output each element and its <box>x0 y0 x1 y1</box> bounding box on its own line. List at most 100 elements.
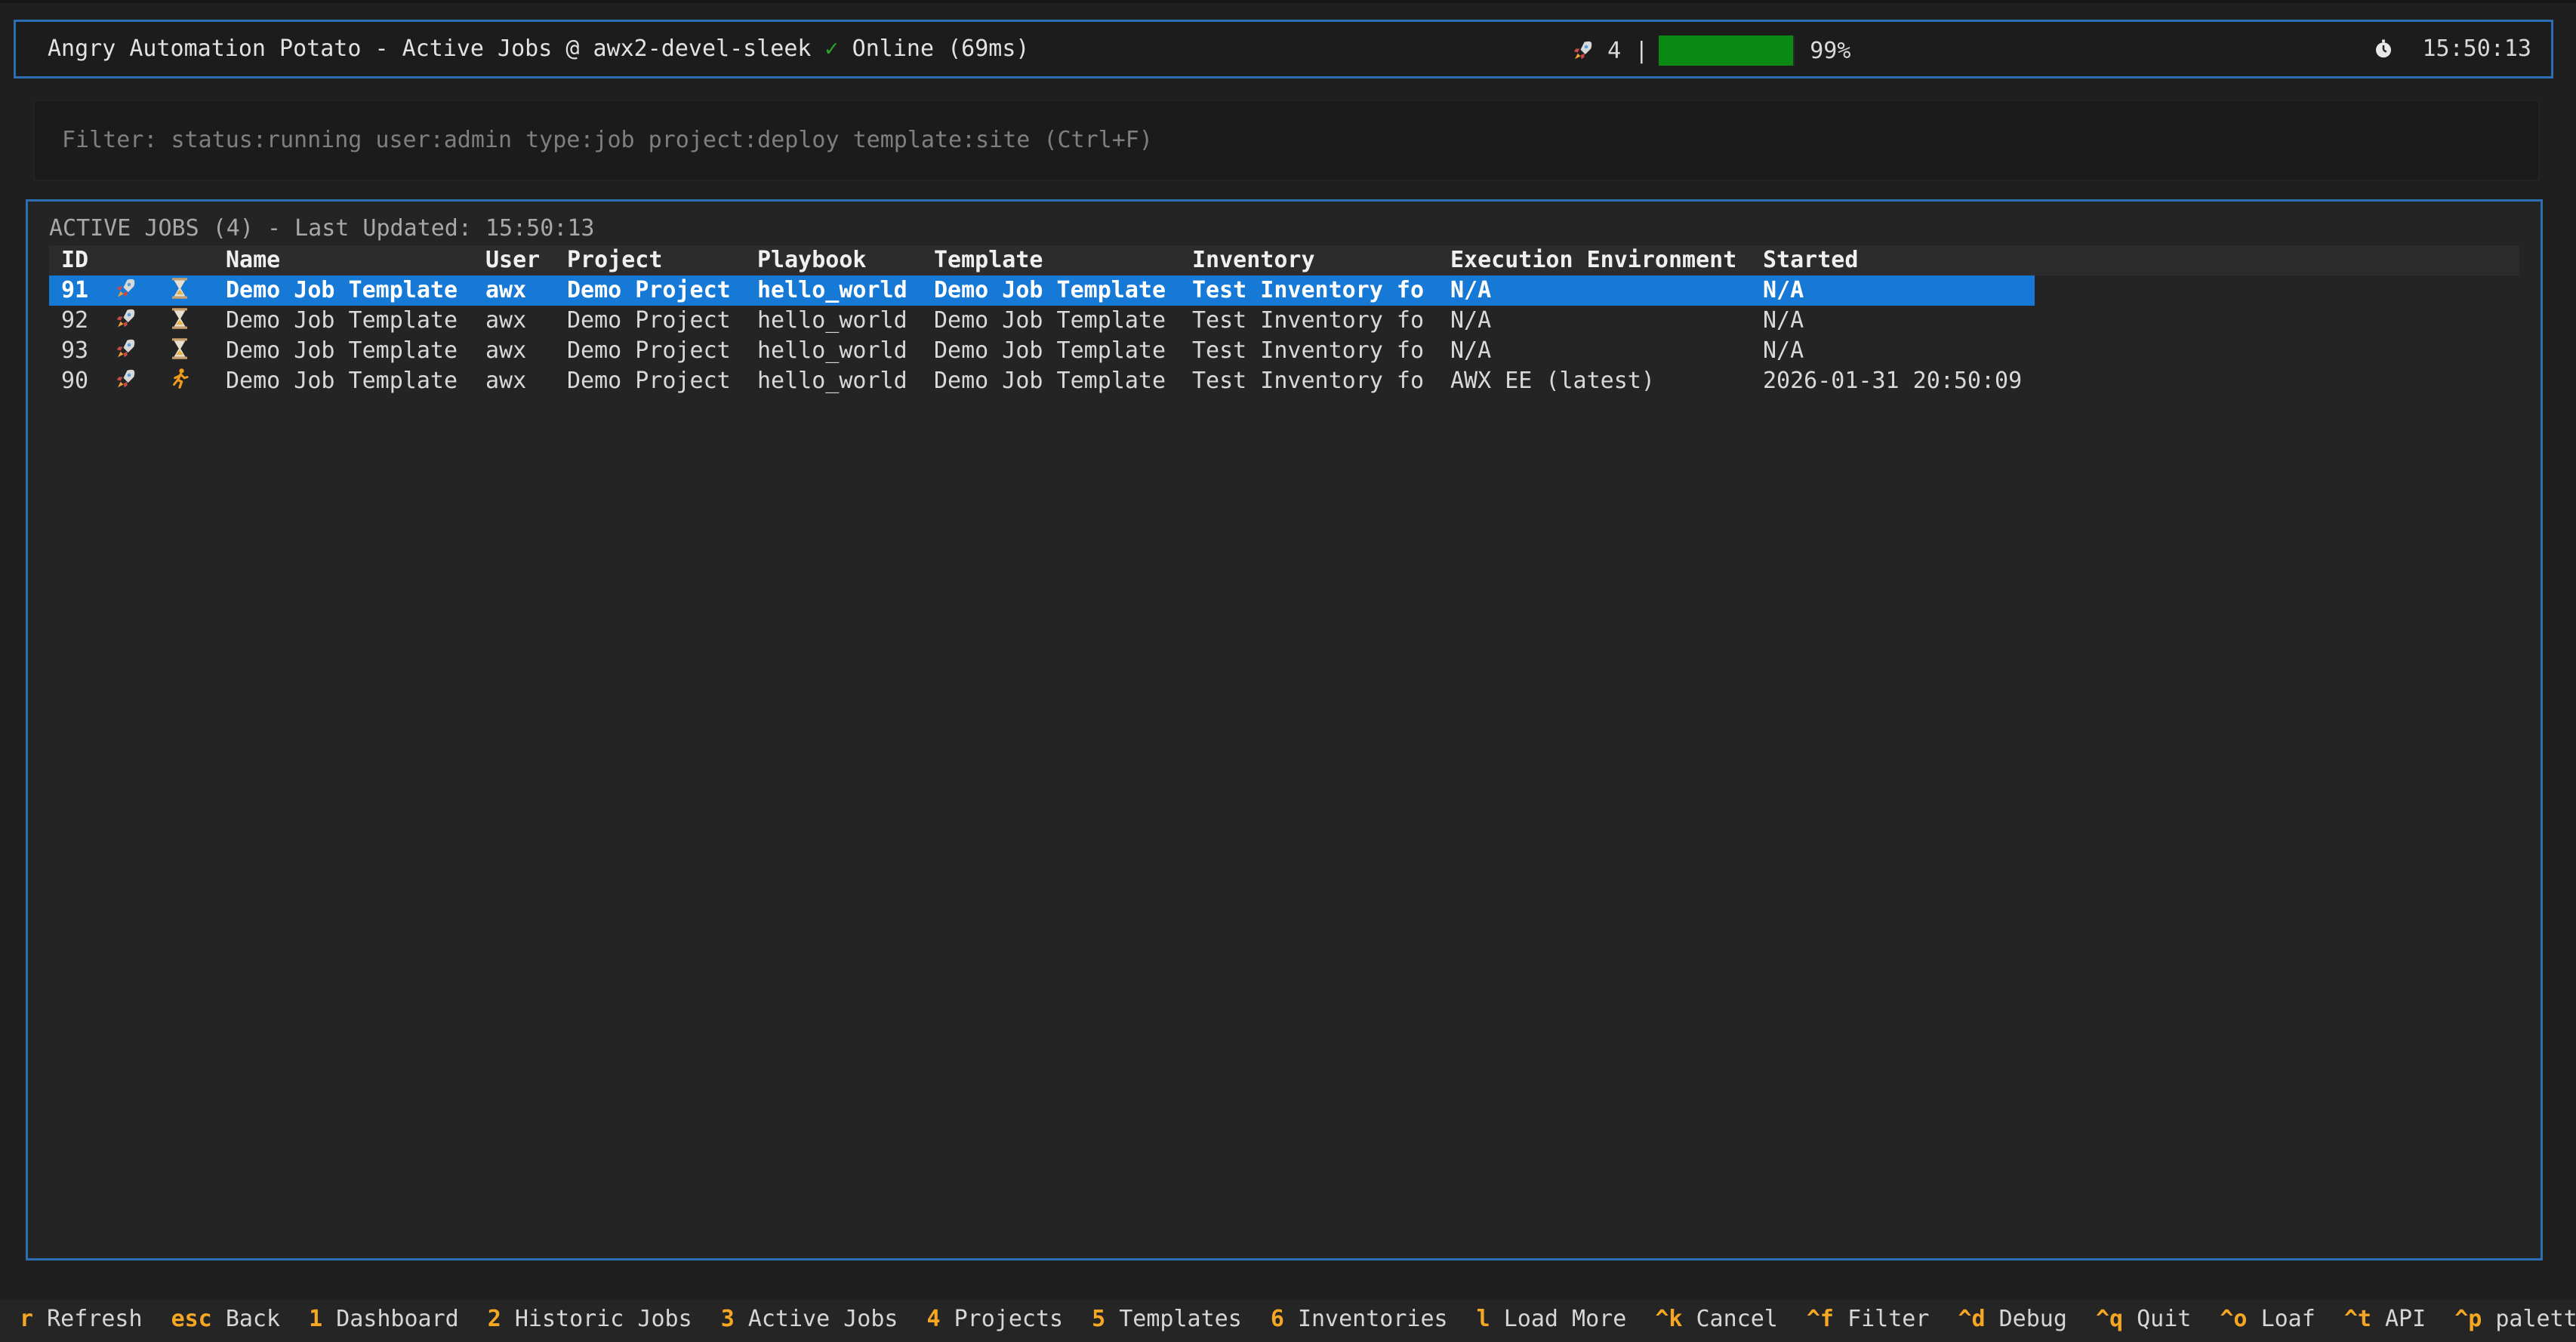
job-project: Demo Project <box>567 277 731 303</box>
hourglass-icon <box>170 337 190 360</box>
column-header-id[interactable]: ID <box>61 247 88 273</box>
table-row[interactable]: 92 Demo Job Template awx Demo Project hello_… <box>49 306 2035 336</box>
job-id: 90 <box>61 368 89 394</box>
job-id: 92 <box>61 307 89 334</box>
filter-input[interactable]: Filter: status:running user:admin type:j… <box>33 100 2540 181</box>
keybinding-key: 6 <box>1270 1306 1284 1332</box>
table-row[interactable]: 90 Demo Job Template awx Demo Project hello_… <box>49 366 2035 396</box>
keybinding-key: ^k <box>1655 1306 1683 1332</box>
footer-binding-load-more[interactable]: l Load More <box>1477 1306 1627 1332</box>
keybinding-label: Cancel <box>1696 1306 1778 1332</box>
rocket-icon <box>114 277 137 300</box>
column-header-name[interactable]: Name <box>226 247 280 273</box>
footer-binding-palette[interactable]: ^p palette <box>2454 1306 2576 1332</box>
job-name: Demo Job Template <box>226 307 458 334</box>
footer-binding-refresh[interactable]: r Refresh <box>20 1306 143 1332</box>
job-started: N/A <box>1763 307 1804 334</box>
footer-binding-filter[interactable]: ^f Filter <box>1807 1306 1930 1332</box>
keybinding-key: 5 <box>1092 1306 1106 1332</box>
keybinding-label: palette <box>2495 1306 2576 1332</box>
job-execution-environment: N/A <box>1450 277 1492 303</box>
jobs-table: ID Name User Project Playbook Template I… <box>49 245 2519 396</box>
connection-status: Online (69ms) <box>852 35 1030 62</box>
job-project: Demo Project <box>567 337 731 364</box>
footer-binding-back[interactable]: esc Back <box>171 1306 281 1332</box>
column-header-user[interactable]: User <box>485 247 540 273</box>
column-header-started[interactable]: Started <box>1763 247 1858 273</box>
job-capacity-indicator: 4 | 99% <box>1571 35 1850 66</box>
keybinding-label: Debug <box>1998 1306 2067 1332</box>
job-inventory: Test Inventory fo <box>1192 368 1425 394</box>
window-top-edge <box>0 0 2576 3</box>
job-user: awx <box>485 337 527 364</box>
footer-binding-active-jobs[interactable]: 3 Active Jobs <box>721 1306 898 1332</box>
app-title: Angry Automation Potato - Active Jobs @ … <box>48 35 812 62</box>
keybinding-key: ^t <box>2343 1306 2371 1332</box>
capacity-percent: 99% <box>1810 37 1851 64</box>
keybinding-label: Active Jobs <box>747 1306 898 1332</box>
footer-binding-inventories[interactable]: 6 Inventories <box>1271 1306 1448 1332</box>
job-started: N/A <box>1763 337 1804 364</box>
job-inventory: Test Inventory fo <box>1192 337 1425 364</box>
column-header-execution-environment[interactable]: Execution Environment <box>1450 247 1736 273</box>
keybinding-label: Templates <box>1119 1306 1242 1332</box>
keybinding-label: Refresh <box>47 1306 143 1332</box>
keybinding-key: r <box>20 1306 34 1332</box>
keybinding-key: 3 <box>720 1306 735 1332</box>
footer-binding-debug[interactable]: ^d Debug <box>1958 1306 2067 1332</box>
job-project: Demo Project <box>567 307 731 334</box>
table-row[interactable]: 93 Demo Job Template awx Demo Project hello_… <box>49 336 2035 366</box>
job-name: Demo Job Template <box>226 337 458 364</box>
footer-binding-dashboard[interactable]: 1 Dashboard <box>309 1306 459 1332</box>
stopwatch-icon <box>2372 38 2395 60</box>
footer-binding-projects[interactable]: 4 Projects <box>927 1306 1064 1332</box>
rocket-icon <box>114 307 137 330</box>
column-header-inventory[interactable]: Inventory <box>1192 247 1315 273</box>
footer-binding-api[interactable]: ^t API <box>2344 1306 2426 1332</box>
keybinding-key: 4 <box>926 1306 941 1332</box>
rocket-icon <box>1571 39 1594 62</box>
keybinding-key: ^p <box>2454 1306 2482 1332</box>
keybinding-label: Inventories <box>1297 1306 1448 1332</box>
footer-binding-templates[interactable]: 5 Templates <box>1092 1306 1242 1332</box>
running-icon <box>170 368 190 390</box>
job-playbook: hello_world <box>757 368 907 394</box>
keybinding-key: 2 <box>487 1306 501 1332</box>
footer-binding-quit[interactable]: ^q Quit <box>2096 1306 2191 1332</box>
keybinding-key: ^d <box>1958 1306 1986 1332</box>
job-project: Demo Project <box>567 368 731 394</box>
job-execution-environment: AWX EE (latest) <box>1450 368 1655 394</box>
job-id: 91 <box>61 277 89 303</box>
column-header-template[interactable]: Template <box>934 247 1043 273</box>
keybinding-label: Dashboard <box>336 1306 459 1332</box>
job-name: Demo Job Template <box>226 368 458 394</box>
keybinding-key: ^f <box>1806 1306 1834 1332</box>
clock: 15:50:13 <box>2372 35 2531 62</box>
online-check-icon: ✓ <box>824 35 839 62</box>
clock-time: 15:50:13 <box>2422 35 2532 62</box>
keybinding-label: Filter <box>1847 1306 1930 1332</box>
job-started: 2026-01-31 20:50:09 <box>1763 368 2023 394</box>
table-row[interactable]: 91 Demo Job Template awx Demo Project hello_… <box>49 275 2035 306</box>
header-separator: | <box>1635 37 1649 64</box>
footer-binding-historic-jobs[interactable]: 2 Historic Jobs <box>488 1306 692 1332</box>
header-title-line: Angry Automation Potato - Active Jobs @ … <box>48 35 1029 62</box>
job-user: awx <box>485 307 527 334</box>
panel-title: ACTIVE JOBS (4) - Last Updated: 15:50:13 <box>49 215 595 242</box>
column-header-playbook[interactable]: Playbook <box>757 247 867 273</box>
footer-binding-loaf[interactable]: ^o Loaf <box>2220 1306 2315 1332</box>
keybinding-key: esc <box>171 1306 212 1332</box>
keybinding-key: 1 <box>309 1306 323 1332</box>
keybinding-label: Load More <box>1503 1306 1627 1332</box>
job-inventory: Test Inventory fo <box>1192 277 1425 303</box>
hourglass-icon <box>170 277 190 300</box>
keybinding-key: ^o <box>2220 1306 2248 1332</box>
capacity-progress-bar <box>1659 35 1795 66</box>
job-template: Demo Job Template <box>934 277 1166 303</box>
footer-binding-cancel[interactable]: ^k Cancel <box>1655 1306 1778 1332</box>
job-execution-environment: N/A <box>1450 337 1492 364</box>
column-header-project[interactable]: Project <box>567 247 662 273</box>
header-bar: Angry Automation Potato - Active Jobs @ … <box>14 20 2553 78</box>
rocket-icon <box>114 337 137 360</box>
job-playbook: hello_world <box>757 277 907 303</box>
